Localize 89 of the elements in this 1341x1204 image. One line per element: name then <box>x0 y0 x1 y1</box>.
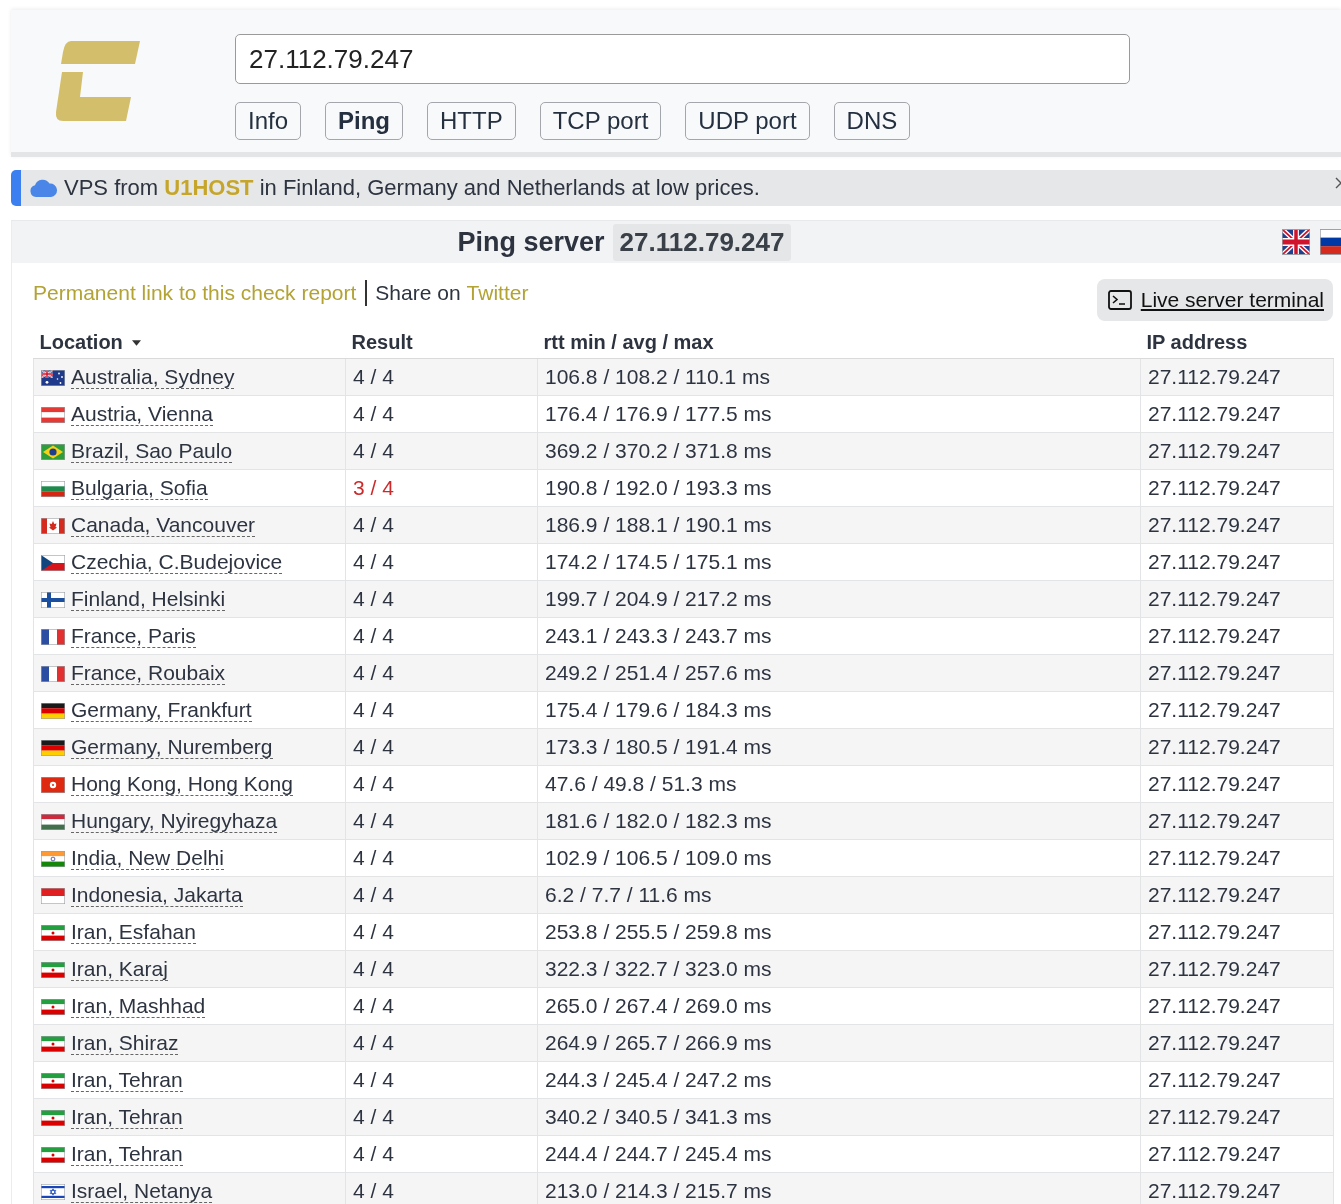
result-cell: 4 / 4 <box>345 580 538 618</box>
rtt-cell: 243.1 / 243.3 / 243.7 ms <box>537 617 1141 655</box>
tab[interactable]: UDP port <box>685 102 810 140</box>
tab[interactable]: TCP port <box>539 102 662 140</box>
cloud-icon <box>29 179 57 197</box>
close-icon[interactable] <box>1335 177 1341 189</box>
rtt-cell: 102.9 / 106.5 / 109.0 ms <box>537 839 1141 877</box>
rtt-cell: 174.2 / 174.5 / 175.1 ms <box>537 543 1141 581</box>
sort-caret-icon[interactable] <box>131 340 141 347</box>
ip-cell: 27.112.79.247 <box>1140 617 1334 655</box>
result-cell: 4 / 4 <box>345 543 538 581</box>
result-cell: 4 / 4 <box>345 876 538 914</box>
column-header[interactable]: Location <box>39 330 123 353</box>
ip-cell: 27.112.79.247 <box>1140 432 1334 470</box>
result-cell: 4 / 4 <box>345 728 538 766</box>
rtt-cell: 190.8 / 192.0 / 193.3 ms <box>537 469 1141 507</box>
result-cell: 4 / 4 <box>345 617 538 655</box>
result-cell: 4 / 4 <box>345 1135 538 1173</box>
result-cell: 4 / 4 <box>345 765 538 803</box>
rtt-cell: 181.6 / 182.0 / 182.3 ms <box>537 802 1141 840</box>
result-cell: 4 / 4 <box>345 432 538 470</box>
rtt-cell: 253.8 / 255.5 / 259.8 ms <box>537 913 1141 951</box>
host-address: 27.112.79.247 <box>612 223 792 261</box>
result-cell: 4 / 4 <box>345 358 538 396</box>
result-cell: 4 / 4 <box>345 1024 538 1062</box>
ip-cell: 27.112.79.247 <box>1140 1098 1334 1136</box>
rtt-cell: 6.2 / 7.7 / 11.6 ms <box>537 876 1141 914</box>
ip-cell: 27.112.79.247 <box>1140 543 1334 581</box>
panel-title: Ping server <box>457 226 605 258</box>
result-cell: 4 / 4 <box>345 987 538 1025</box>
result-cell: 4 / 4 <box>345 506 538 544</box>
result-cell: 4 / 4 <box>345 395 538 433</box>
flag-icon[interactable] <box>1320 229 1341 255</box>
rtt-cell: 186.9 / 188.1 / 190.1 ms <box>537 506 1141 544</box>
rtt-cell: 244.4 / 244.7 / 245.4 ms <box>537 1135 1141 1173</box>
location-link[interactable]: Iran, Karaj <box>71 958 168 982</box>
ip-cell: 27.112.79.247 <box>1140 728 1334 766</box>
column-header[interactable]: Result <box>351 330 413 353</box>
terminal-button[interactable]: Live server terminal <box>1096 279 1333 321</box>
ip-cell: 27.112.79.247 <box>1140 802 1334 840</box>
rtt-cell: 249.2 / 251.4 / 257.6 ms <box>537 654 1141 692</box>
ip-cell: 27.112.79.247 <box>1140 1061 1334 1099</box>
rtt-cell: 265.0 / 267.4 / 269.0 ms <box>537 987 1141 1025</box>
rtt-cell: 47.6 / 49.8 / 51.3 ms <box>537 765 1141 803</box>
ip-cell: 27.112.79.247 <box>1140 913 1334 951</box>
result-cell: 4 / 4 <box>345 839 538 877</box>
flag-icon[interactable] <box>1282 229 1310 255</box>
banner-text: VPS from U1HOST in Finland, Germany and Netherlands at low prices. <box>64 175 760 201</box>
rtt-cell: 264.9 / 265.7 / 266.9 ms <box>537 1024 1141 1062</box>
ip-cell: 27.112.79.247 <box>1140 654 1334 692</box>
ip-cell: 27.112.79.247 <box>1140 358 1334 396</box>
result-cell: 3 / 4 <box>345 469 538 507</box>
result-cell: 4 / 4 <box>345 950 538 988</box>
result-cell: 4 / 4 <box>345 913 538 951</box>
rtt-cell: 244.3 / 245.4 / 247.2 ms <box>537 1061 1141 1099</box>
result-cell: 4 / 4 <box>345 1061 538 1099</box>
ip-cell: 27.112.79.247 <box>1140 580 1334 618</box>
rtt-cell: 175.4 / 179.6 / 184.3 ms <box>537 691 1141 729</box>
ip-cell: 27.112.79.247 <box>1140 950 1334 988</box>
ip-cell: 27.112.79.247 <box>1140 987 1334 1025</box>
terminal-icon <box>1107 290 1132 310</box>
tab[interactable]: Info <box>235 102 302 140</box>
tab[interactable]: DNS <box>833 102 911 140</box>
ip-cell: 27.112.79.247 <box>1140 506 1334 544</box>
ip-cell: 27.112.79.247 <box>1140 839 1334 877</box>
column-header[interactable]: IP address <box>1146 330 1248 353</box>
ip-cell: 27.112.79.247 <box>1140 876 1334 914</box>
search-field[interactable]: 27.112.79.247 <box>235 34 1130 84</box>
ip-cell: 27.112.79.247 <box>1140 691 1334 729</box>
rtt-cell: 369.2 / 370.2 / 371.8 ms <box>537 432 1141 470</box>
tab[interactable]: HTTP <box>427 102 516 140</box>
column-header[interactable]: rtt min / avg / max <box>543 330 714 353</box>
rtt-cell: 199.7 / 204.9 / 217.2 ms <box>537 580 1141 618</box>
ip-cell: 27.112.79.247 <box>1140 395 1334 433</box>
rtt-cell: 322.3 / 322.7 / 323.0 ms <box>537 950 1141 988</box>
result-cell: 4 / 4 <box>345 691 538 729</box>
rtt-cell: 340.2 / 340.5 / 341.3 ms <box>537 1098 1141 1136</box>
result-cell: 4 / 4 <box>345 802 538 840</box>
ip-cell: 27.112.79.247 <box>1140 765 1334 803</box>
rtt-cell: 176.4 / 176.9 / 177.5 ms <box>537 395 1141 433</box>
rtt-cell: 106.8 / 108.2 / 110.1 ms <box>537 358 1141 396</box>
ip-cell: 27.112.79.247 <box>1140 1024 1334 1062</box>
result-cell: 4 / 4 <box>345 654 538 692</box>
ip-cell: 27.112.79.247 <box>1140 469 1334 507</box>
ip-cell: 27.112.79.247 <box>1140 1135 1334 1173</box>
rtt-cell: 173.3 / 180.5 / 191.4 ms <box>537 728 1141 766</box>
result-cell: 4 / 4 <box>345 1098 538 1136</box>
share-label: Share on <box>375 280 461 306</box>
tab[interactable]: Ping <box>325 102 404 140</box>
